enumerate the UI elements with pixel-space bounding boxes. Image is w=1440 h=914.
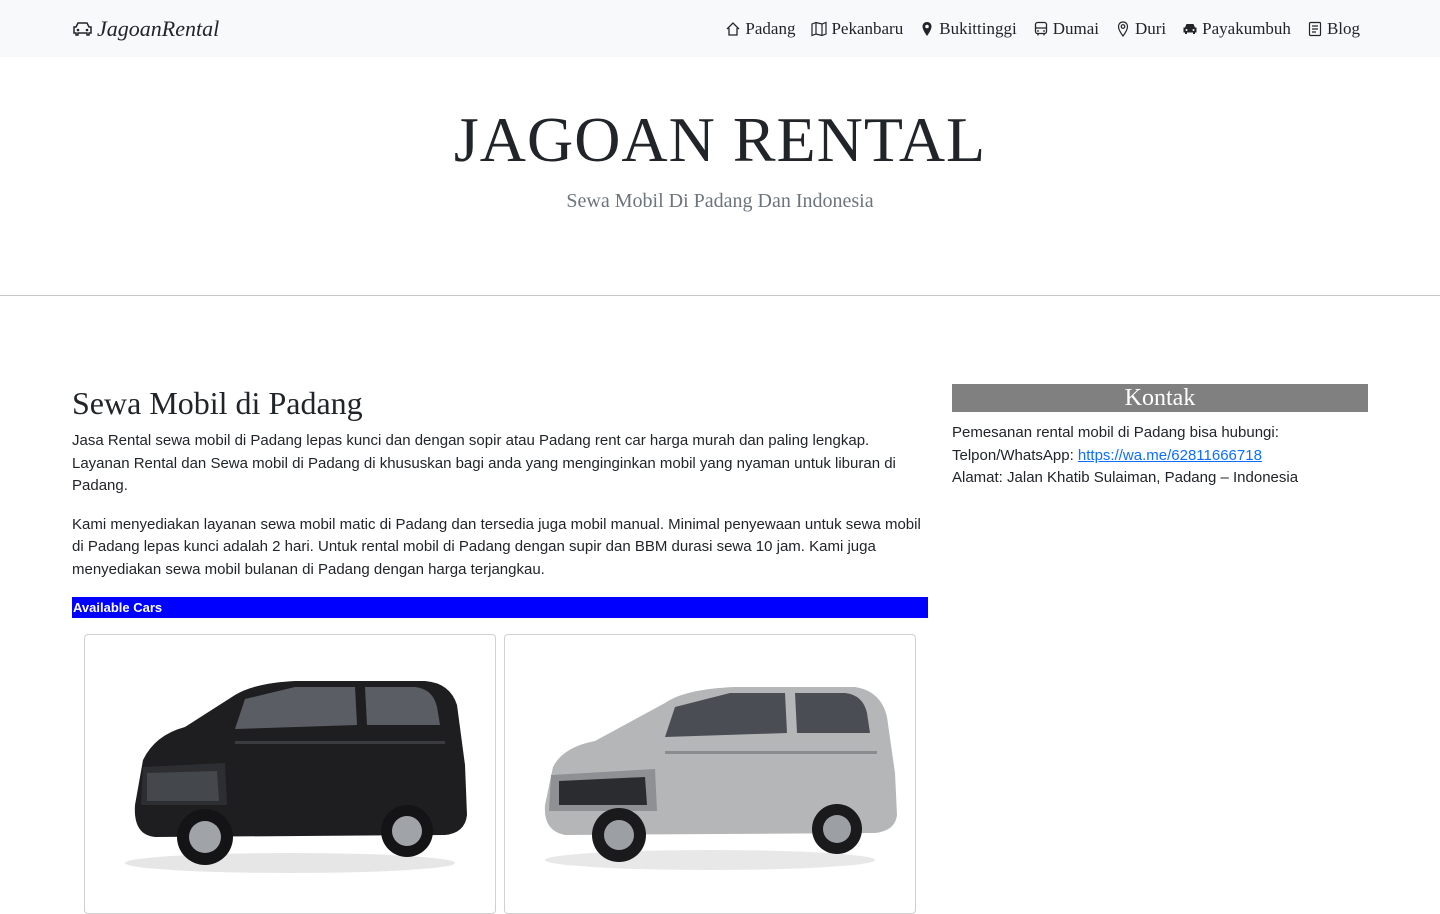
contact-heading: Kontak bbox=[952, 384, 1368, 412]
map-icon bbox=[811, 21, 828, 37]
top-navbar: JagoanRental Padang Pekanbaru Bukittingg… bbox=[0, 0, 1440, 57]
bus-icon bbox=[1034, 21, 1047, 36]
contact-sidebar: Kontak Pemesanan rental mobil di Padang … bbox=[952, 384, 1368, 490]
silver-toyota-avanza-image bbox=[544, 687, 897, 870]
contact-phone-line: Telpon/WhatsApp: https://wa.me/628116667… bbox=[952, 445, 1368, 468]
hero-title: JAGOAN RENTAL bbox=[453, 104, 987, 175]
phone-label: Telpon/WhatsApp: bbox=[952, 446, 1078, 464]
hero-subtitle: Sewa Mobil Di Padang Dan Indonesia bbox=[566, 190, 874, 212]
house-icon bbox=[726, 22, 740, 36]
nav-menu: Padang Pekanbaru Bukittinggi Dumai Duri … bbox=[725, 17, 1360, 41]
service-paragraph: Kami menyediakan layanan sewa mobil mati… bbox=[72, 515, 921, 578]
nav-item-duri[interactable]: Duri bbox=[1115, 19, 1166, 39]
section-divider bbox=[0, 295, 1440, 296]
car-icon bbox=[1183, 24, 1197, 34]
document-icon bbox=[1308, 21, 1322, 37]
contact-intro: Pemesanan rental mobil di Padang bisa hu… bbox=[952, 424, 1279, 441]
contact-body: Pemesanan rental mobil di Padang bisa hu… bbox=[952, 422, 1368, 490]
nav-item-bukittinggi[interactable]: Bukittinggi bbox=[919, 19, 1017, 39]
brand-label: JagoanRental bbox=[97, 16, 220, 41]
nav-item-dumai[interactable]: Dumai bbox=[1033, 19, 1099, 39]
brand-link[interactable]: JagoanRental bbox=[72, 15, 219, 43]
nav-item-pekanbaru[interactable]: Pekanbaru bbox=[811, 19, 903, 39]
car-icon bbox=[73, 22, 92, 36]
contact-address: Alamat: Jalan Khatib Sulaiman, Padang – … bbox=[952, 469, 1299, 486]
nav-item-payakumbuh[interactable]: Payakumbuh bbox=[1182, 19, 1291, 39]
geo-pin-filled-icon bbox=[922, 22, 932, 36]
available-cars-bar: Available Cars bbox=[72, 597, 928, 618]
nav-item-label: Payakumbuh bbox=[1202, 19, 1291, 38]
geo-pin-icon bbox=[1117, 21, 1129, 37]
intro-paragraph: Jasa Rental sewa mobil di Padang lepas k… bbox=[72, 432, 896, 494]
nav-item-label: Bukittinggi bbox=[939, 19, 1017, 38]
nav-item-label: Duri bbox=[1134, 19, 1167, 38]
nav-item-label: Dumai bbox=[1052, 19, 1099, 38]
main-content: Sewa Mobil di Padang Jasa Rental sewa mo… bbox=[72, 382, 928, 597]
car-card-avanza[interactable] bbox=[504, 634, 916, 914]
whatsapp-link[interactable]: https://wa.me/62811666718 bbox=[1078, 447, 1262, 464]
nav-item-padang[interactable]: Padang bbox=[725, 19, 795, 39]
page-heading: Sewa Mobil di Padang bbox=[72, 385, 363, 421]
black-toyota-innova-image bbox=[125, 681, 468, 873]
nav-item-label: Blog bbox=[1326, 19, 1360, 38]
nav-item-label: Padang bbox=[745, 19, 796, 38]
nav-item-blog[interactable]: Blog bbox=[1307, 19, 1360, 39]
car-card-innova[interactable] bbox=[84, 634, 496, 914]
nav-item-label: Pekanbaru bbox=[831, 19, 904, 38]
